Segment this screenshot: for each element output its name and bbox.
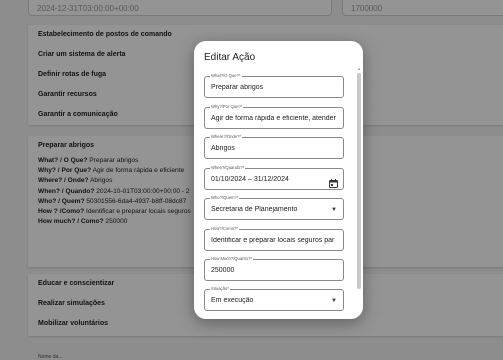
- edit-action-dialog: Editar Ação What?/O Que?* Preparar abrig…: [194, 41, 363, 319]
- how-field-label: How?/Como?*: [210, 226, 239, 232]
- calendar-icon[interactable]: [329, 175, 338, 193]
- when-date-range-field[interactable]: When?/Quando?* 01/10/2024 – 31/12/2024: [204, 165, 344, 193]
- chevron-down-icon[interactable]: ▼: [331, 298, 337, 304]
- when-field-value: 01/10/2024 – 31/12/2024: [211, 176, 289, 183]
- why-field-label: Why?/Por Que?*: [210, 104, 244, 110]
- how-much-field-label: How Much?/Quanto?*: [210, 256, 253, 262]
- why-field[interactable]: Why?/Por Que?* Agir de forma rápida e ef…: [204, 104, 344, 129]
- what-field[interactable]: What?/O Que?* Preparar abrigos: [204, 73, 344, 98]
- dialog-title: Editar Ação: [204, 52, 256, 63]
- who-select[interactable]: Who?/Quem?* Secretaria de Planejamento ▼: [204, 195, 344, 220]
- status-select[interactable]: Situação* Em execução ▼: [204, 286, 344, 311]
- what-field-label: What?/O Que?*: [210, 73, 242, 79]
- how-much-field-value: 250000: [211, 267, 235, 274]
- how-field-value: Identificar e preparar locais seguros pa…: [211, 237, 335, 244]
- dialog-form: What?/O Que?* Preparar abrigos Why?/Por …: [194, 68, 354, 316]
- dialog-scrollbar[interactable]: ▲ ▼: [357, 66, 361, 319]
- where-field[interactable]: Where?/Onde?* Abrigos: [204, 134, 344, 159]
- how-much-field[interactable]: How Much?/Quanto?* 250000: [204, 256, 344, 281]
- status-field-label: Situação*: [210, 286, 230, 292]
- who-field-value: Secretaria de Planejamento: [211, 206, 298, 213]
- why-field-value: Agir de forma rápida e eficiente, atende…: [211, 115, 336, 122]
- where-field-value: Abrigos: [211, 145, 235, 152]
- scroll-down-arrow-icon[interactable]: ▼: [357, 314, 361, 319]
- scroll-up-arrow-icon[interactable]: ▲: [357, 66, 361, 71]
- scrollbar-thumb[interactable]: [357, 73, 361, 289]
- how-field[interactable]: How?/Como?* Identificar e preparar locai…: [204, 226, 344, 251]
- what-field-value: Preparar abrigos: [211, 84, 264, 91]
- chevron-down-icon[interactable]: ▼: [331, 207, 337, 213]
- status-field-value: Em execução: [211, 297, 254, 304]
- who-field-label: Who?/Quem?*: [210, 195, 240, 201]
- where-field-label: Where?/Onde?*: [210, 134, 243, 140]
- when-field-label: When?/Quando?*: [210, 165, 246, 171]
